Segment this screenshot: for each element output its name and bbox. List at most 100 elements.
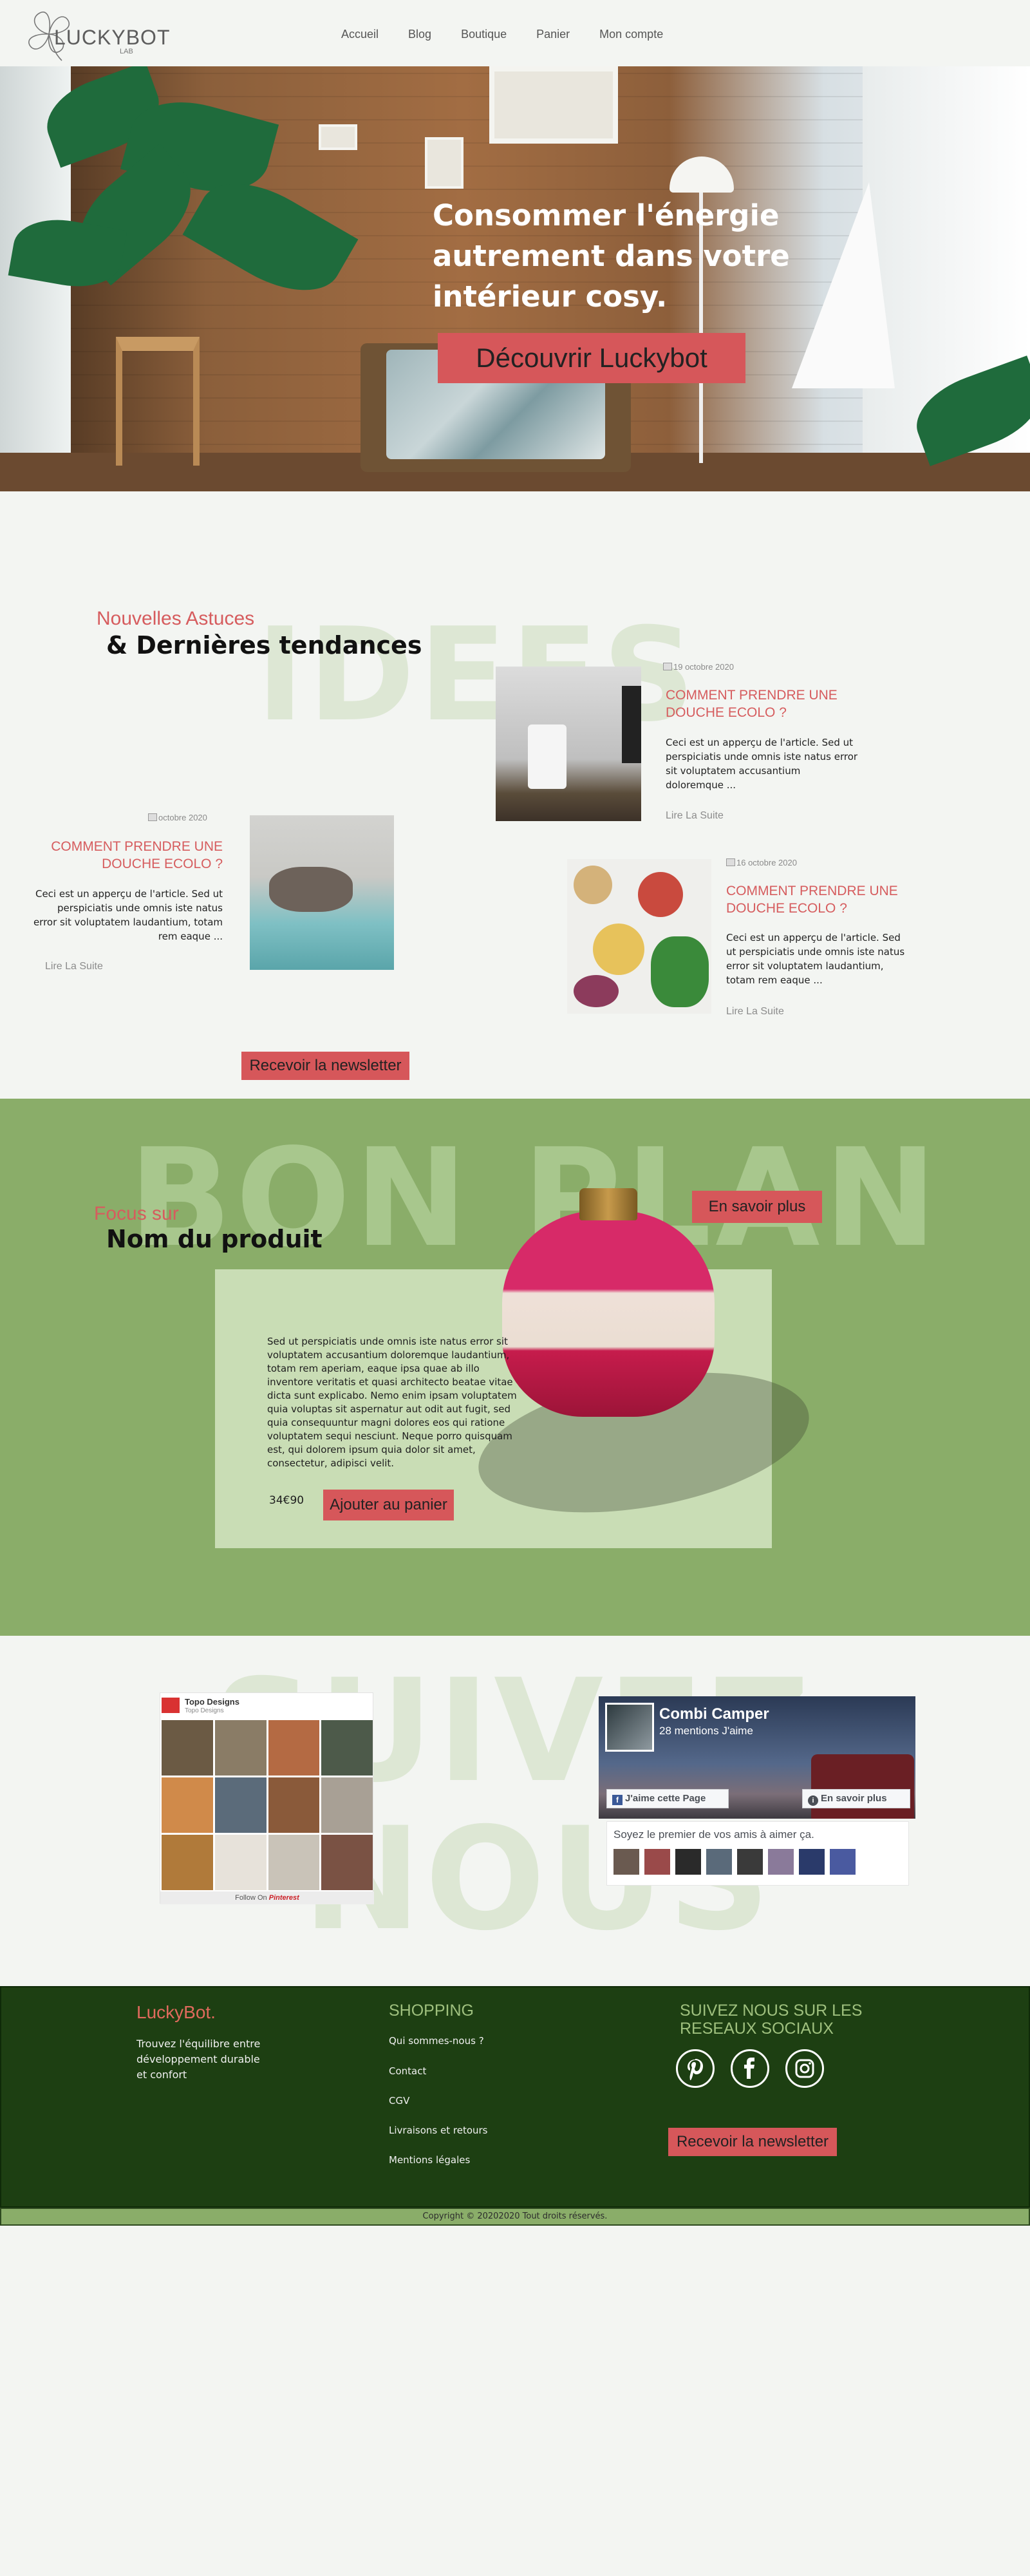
hero-title: Consommer l'énergie autrement dans votre… — [433, 198, 790, 314]
article-1-image[interactable] — [496, 667, 641, 821]
article-3-title[interactable]: COMMENT PRENDRE UNE DOUCHE ECOLO ? — [726, 882, 919, 917]
newsletter-button[interactable]: Recevoir la newsletter — [241, 1052, 409, 1080]
article-2-date-text: octobre 2020 — [158, 813, 207, 822]
facebook-page-name[interactable]: Combi Camper — [659, 1705, 769, 1723]
footer-newsletter-button[interactable]: Recevoir la newsletter — [668, 2128, 837, 2156]
pinterest-pin-grid — [162, 1720, 373, 1890]
facebook-cover-van — [811, 1754, 914, 1819]
food-bowl — [638, 872, 683, 917]
article-1-title[interactable]: COMMENT PRENDRE UNE DOUCHE ECOLO ? — [666, 687, 859, 721]
pinterest-widget[interactable]: Topo Designs Topo Designs Follow On Pint… — [160, 1692, 374, 1904]
pin-thumbnail[interactable] — [214, 1777, 267, 1833]
friend-avatar[interactable] — [706, 1849, 732, 1875]
hero-sailboat — [792, 182, 895, 388]
pin-thumbnail[interactable] — [214, 1720, 267, 1776]
ideas-title: & Dernières tendances — [106, 631, 422, 659]
article-2-image[interactable] — [250, 815, 394, 970]
footer-link-cgv[interactable]: CGV — [389, 2095, 409, 2107]
site-header: LUCKYBOT LAB Accueil Blog Boutique Panie… — [0, 0, 1030, 66]
pin-thumbnail[interactable] — [268, 1720, 320, 1776]
article-3-excerpt: Ceci est un apperçu de l'article. Sed ut… — [726, 932, 905, 986]
pin-thumbnail[interactable] — [162, 1720, 213, 1776]
logo-subtitle: LAB — [120, 48, 133, 55]
pin-thumbnail[interactable] — [162, 1835, 213, 1890]
nav-mon-compte[interactable]: Mon compte — [599, 28, 663, 41]
toilet-shape — [528, 724, 566, 789]
facebook-friends-box: Soyez le premier de vos amis à aimer ça. — [606, 1821, 909, 1886]
facebook-f-icon: f — [612, 1795, 623, 1805]
friend-avatar[interactable] — [675, 1849, 701, 1875]
article-1-read-more[interactable]: Lire La Suite — [666, 810, 724, 822]
pin-thumbnail[interactable] — [321, 1777, 373, 1833]
article-1-date: 19 octobre 2020 — [663, 662, 734, 672]
copyright-bar: Copyright © 20202020 Tout droits réservé… — [0, 2208, 1030, 2226]
article-2-read-more[interactable]: Lire La Suite — [45, 961, 103, 972]
pinterest-board-name[interactable]: Topo Designs — [185, 1697, 239, 1707]
facebook-page-widget[interactable]: Combi Camper 28 mentions J'aime f J'aime … — [599, 1696, 915, 1889]
pinterest-board-owner: Topo Designs — [185, 1707, 224, 1714]
facebook-glyph — [744, 2058, 754, 2079]
friend-avatar[interactable] — [830, 1849, 856, 1875]
friend-avatar[interactable] — [613, 1849, 639, 1875]
calendar-icon — [663, 663, 672, 670]
facebook-more-button[interactable]: i En savoir plus — [802, 1789, 910, 1808]
article-2-title[interactable]: COMMENT PRENDRE UNE DOUCHE ECOLO ? — [31, 838, 223, 873]
facebook-friends-text: Soyez le premier de vos amis à aimer ça. — [613, 1828, 814, 1841]
footer-link-about[interactable]: Qui sommes-nous ? — [389, 2035, 484, 2047]
pin-thumbnail[interactable] — [321, 1835, 373, 1890]
food-greens — [651, 936, 709, 1007]
facebook-like-label: J'aime cette Page — [625, 1793, 706, 1804]
luckybot-logo[interactable]: LUCKYBOT LAB — [23, 5, 169, 63]
facebook-page-avatar[interactable] — [605, 1703, 654, 1752]
pinterest-board-icon — [162, 1698, 180, 1713]
facebook-more-label: En savoir plus — [821, 1793, 887, 1804]
footer-link-shipping[interactable]: Livraisons et retours — [389, 2125, 488, 2136]
nav-blog[interactable]: Blog — [408, 28, 431, 41]
footer-description: Trouvez l'équilibre entre développement … — [136, 2038, 261, 2081]
product-price: 34€90 — [269, 1494, 304, 1507]
footer-brand: LuckyBot. — [136, 2002, 216, 2022]
friend-avatar[interactable] — [737, 1849, 763, 1875]
friend-avatar[interactable] — [644, 1849, 670, 1875]
pinterest-icon[interactable] — [676, 2049, 715, 2088]
hero-banner: Consommer l'énergie autrement dans votre… — [0, 66, 1030, 491]
laundry-clothes — [269, 867, 353, 912]
pin-thumbnail[interactable] — [162, 1777, 213, 1833]
article-3-date: 16 octobre 2020 — [726, 858, 797, 867]
facebook-like-button[interactable]: f J'aime cette Page — [606, 1789, 729, 1808]
hero-picture-frame — [489, 66, 618, 144]
pinterest-follow-bar[interactable]: Follow On Pinterest — [160, 1891, 374, 1904]
food-bowl — [593, 923, 644, 975]
hero-stool — [116, 337, 200, 466]
pin-thumbnail[interactable] — [268, 1835, 320, 1890]
article-1-date-text: 19 octobre 2020 — [673, 662, 734, 672]
logo-wordmark: LUCKYBOT — [54, 26, 171, 49]
nav-accueil[interactable]: Accueil — [341, 28, 379, 41]
footer-shopping-heading: SHOPPING — [389, 2002, 474, 2020]
pin-thumbnail[interactable] — [214, 1835, 267, 1890]
hero-photo-frame — [319, 124, 357, 150]
add-to-cart-button[interactable]: Ajouter au panier — [323, 1490, 454, 1520]
product-description: Sed ut perspiciatis unde omnis iste natu… — [267, 1336, 517, 1469]
nav-panier[interactable]: Panier — [536, 28, 570, 41]
friend-avatar[interactable] — [768, 1849, 794, 1875]
calendar-icon — [726, 858, 735, 866]
product-vase-image — [502, 1211, 715, 1417]
nav-boutique[interactable]: Boutique — [461, 28, 507, 41]
article-3-read-more[interactable]: Lire La Suite — [726, 1006, 784, 1018]
friend-avatar[interactable] — [799, 1849, 825, 1875]
pin-thumbnail[interactable] — [268, 1777, 320, 1833]
shower-door — [622, 686, 641, 763]
vase-cap — [579, 1188, 637, 1220]
learn-more-button[interactable]: En savoir plus — [692, 1191, 822, 1223]
discover-button[interactable]: Découvrir Luckybot — [438, 333, 745, 383]
pin-thumbnail[interactable] — [321, 1720, 373, 1776]
footer-link-contact[interactable]: Contact — [389, 2065, 426, 2077]
pinterest-wordmark: Pinterest — [268, 1894, 299, 1902]
article-3-image[interactable] — [567, 859, 711, 1014]
food-bowl — [574, 866, 612, 904]
instagram-icon[interactable] — [785, 2049, 824, 2088]
article-2-date: octobre 2020 — [148, 813, 207, 822]
footer-link-legal[interactable]: Mentions légales — [389, 2154, 470, 2166]
facebook-icon[interactable] — [731, 2049, 769, 2088]
